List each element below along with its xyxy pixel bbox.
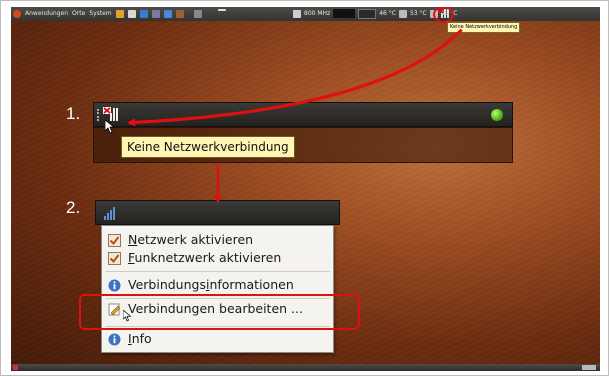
panel-handle[interactable] [97, 109, 101, 121]
wireless-bars-icon[interactable] [103, 206, 117, 220]
step-label-1: 1. [66, 104, 81, 123]
menu-item-enable-network[interactable]: Netzwerk aktivieren [108, 231, 253, 249]
workspace-switcher[interactable] [582, 365, 596, 370]
step-label-2: 2. [66, 198, 81, 217]
menu-separator [106, 271, 330, 272]
menu-places[interactable]: Orte [72, 10, 85, 17]
load-graph [358, 8, 377, 19]
cpu-speed: 800 MHz [304, 10, 331, 17]
show-desktop-icon[interactable] [13, 365, 18, 370]
launcher-icon[interactable] [151, 9, 160, 18]
ubuntu-logo-icon[interactable] [13, 9, 21, 18]
monitor-icon[interactable] [193, 9, 202, 18]
network-context-menu: Netzwerk aktivieren Funknetzwerk aktivie… [101, 225, 334, 353]
help-icon[interactable] [139, 9, 148, 18]
screenshot-frame: Anwendungen Orte System 800 MHz 46 °C 53 °C 4… [0, 0, 609, 376]
mail-icon[interactable] [127, 9, 136, 18]
tray-tooltip: Keine Netzwerkverbindung [447, 22, 521, 33]
cpu-icon [293, 9, 301, 18]
edit-connections-highlight [79, 294, 360, 330]
temp-1: 46 °C [379, 10, 396, 17]
checkbox-icon[interactable] [108, 234, 121, 247]
panel-2 [95, 200, 340, 225]
cpu-graph [333, 9, 356, 18]
info-icon [108, 333, 121, 346]
desktop: Anwendungen Orte System 800 MHz 46 °C 53 °C 4… [11, 7, 600, 371]
firefox-icon[interactable] [115, 9, 124, 18]
indicator-icon[interactable] [491, 109, 503, 121]
checkbox-icon[interactable] [108, 252, 121, 265]
panel-1 [93, 102, 513, 127]
temp-2: 53 °C [409, 10, 427, 17]
menu-item-enable-wireless[interactable]: Funknetzwerk aktivieren [108, 249, 281, 267]
panel-tooltip: Keine Netzwerkverbindung [121, 136, 295, 158]
launcher3-icon[interactable] [175, 9, 184, 18]
pin-icon[interactable] [217, 8, 226, 19]
menu-applications[interactable]: Anwendungen [25, 10, 68, 17]
launcher2-icon[interactable] [163, 9, 172, 18]
mouse-cursor-icon [105, 120, 115, 134]
info-icon [108, 279, 121, 292]
menu-system[interactable]: System [89, 10, 111, 17]
top-panel: Anwendungen Orte System 800 MHz 46 °C 53 °C 4… [11, 7, 600, 21]
drive-icon [398, 9, 407, 18]
menu-item-connection-info[interactable]: Verbindungsinformationen [108, 276, 294, 294]
menu-item-info[interactable]: Info [108, 330, 152, 348]
top-panel-menus: Anwendungen Orte System [13, 7, 230, 21]
bottom-panel [11, 364, 600, 371]
